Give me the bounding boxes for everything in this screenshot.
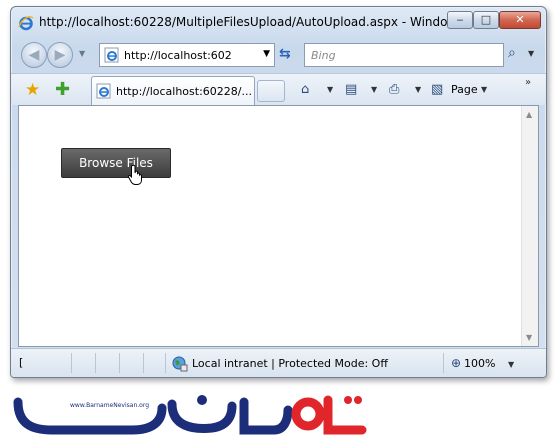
- add-favorite-icon[interactable]: ✚: [55, 79, 70, 100]
- globe-icon: [172, 356, 188, 372]
- maximize-icon: □: [480, 13, 492, 26]
- page-icon[interactable]: ▧: [431, 82, 443, 97]
- status-divider: [143, 353, 144, 373]
- status-divider: [443, 353, 444, 373]
- status-divider: [71, 353, 72, 373]
- feeds-dropdown-icon[interactable]: ▼: [371, 85, 377, 94]
- logo-site-text: www.BarnameNevisan.org: [70, 402, 149, 409]
- window-title: http://localhost:60228/MultipleFilesUplo…: [39, 15, 459, 29]
- status-divider: [119, 353, 120, 373]
- tab-command-bar: ★ ✚ http://localhost:60228/... ⌂ ▼ ▤ ▼ ⎙…: [11, 73, 546, 105]
- chevron-more-icon[interactable]: »: [525, 77, 531, 88]
- print-icon[interactable]: ⎙: [389, 82, 399, 97]
- favorites-star-icon[interactable]: ★: [25, 80, 40, 100]
- maximize-button[interactable]: □: [473, 11, 499, 29]
- tab-active[interactable]: http://localhost:60228/...: [91, 76, 255, 105]
- ie-logo-icon: [18, 16, 34, 31]
- minimize-icon: ‒: [456, 13, 464, 26]
- status-bar: [ Local intranet | Protected Mode: Off ⊕…: [11, 348, 546, 377]
- scroll-down-icon[interactable]: ▼: [526, 333, 532, 342]
- status-divider: [95, 353, 96, 373]
- zoom-level[interactable]: 100%: [464, 357, 495, 370]
- title-bar[interactable]: http://localhost:60228/MultipleFilesUplo…: [11, 7, 546, 39]
- browse-files-label: Browse Files: [79, 156, 153, 170]
- search-dropdown-icon[interactable]: ▼: [528, 49, 534, 58]
- back-button[interactable]: ◀: [21, 42, 47, 68]
- home-icon[interactable]: ⌂: [301, 82, 309, 97]
- close-icon: ✕: [515, 13, 525, 26]
- address-bar[interactable]: http://localhost:602 ▼: [99, 43, 275, 67]
- refresh-icon[interactable]: ⇆: [279, 46, 291, 62]
- address-dropdown-icon[interactable]: ▼: [263, 49, 270, 59]
- new-tab-button[interactable]: [257, 80, 285, 102]
- browse-files-button[interactable]: Browse Files: [61, 148, 171, 178]
- vertical-scrollbar[interactable]: ▲ ▼: [521, 106, 538, 346]
- browser-window: http://localhost:60228/MultipleFilesUplo…: [10, 6, 547, 378]
- tab-ie-icon: [96, 83, 111, 99]
- page-dropdown-icon[interactable]: ▼: [481, 85, 487, 94]
- status-divider: [165, 353, 166, 373]
- tab-label: http://localhost:60228/...: [116, 85, 252, 98]
- home-dropdown-icon[interactable]: ▼: [327, 85, 333, 94]
- minimize-button[interactable]: ‒: [447, 11, 473, 29]
- forward-button[interactable]: ▶: [47, 42, 73, 68]
- barnamenevisan-logo: [13, 395, 367, 435]
- zoom-dropdown-icon[interactable]: ▼: [508, 360, 514, 369]
- recent-pages-dropdown-icon[interactable]: ▼: [79, 49, 85, 58]
- navigation-bar: ◀ ▶ ▼ http://localhost:602 ▼ ⇆ ✕ Bing ⌕ …: [11, 39, 546, 71]
- search-placeholder: Bing: [311, 49, 336, 62]
- status-text: [: [19, 356, 24, 369]
- address-text: http://localhost:602: [124, 49, 232, 62]
- scroll-up-icon[interactable]: ▲: [526, 110, 532, 119]
- page-menu[interactable]: Page: [451, 83, 478, 96]
- security-zone-text[interactable]: Local intranet | Protected Mode: Off: [192, 357, 388, 370]
- print-dropdown-icon[interactable]: ▼: [415, 85, 421, 94]
- page-ie-icon: [104, 47, 119, 63]
- close-window-button[interactable]: ✕: [499, 11, 541, 29]
- feeds-icon[interactable]: ▤: [345, 82, 357, 97]
- search-icon[interactable]: ⌕: [508, 45, 516, 61]
- hand-cursor-icon: [127, 164, 142, 185]
- search-input[interactable]: Bing: [304, 43, 504, 67]
- forward-arrow-icon: ▶: [54, 47, 66, 63]
- back-arrow-icon: ◀: [28, 47, 40, 63]
- zoom-icon[interactable]: ⊕: [451, 356, 461, 370]
- page-content: Browse Files ▲ ▼: [18, 105, 539, 347]
